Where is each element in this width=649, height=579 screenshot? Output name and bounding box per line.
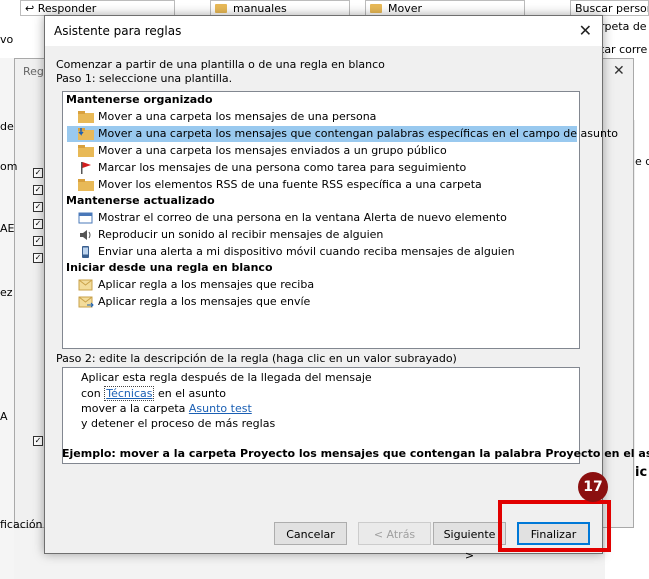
step2-label: Paso 2: edite la descripción de la regla… bbox=[56, 352, 457, 365]
alert-window-icon bbox=[78, 212, 93, 224]
folder-move-icon bbox=[78, 179, 94, 191]
template-item[interactable]: Enviar una alerta a mi dispositivo móvil… bbox=[67, 244, 577, 260]
quick-step-manuales[interactable]: manuales bbox=[210, 0, 350, 16]
rule-checkbox[interactable]: ✓ bbox=[33, 219, 43, 229]
next-button[interactable]: Siguiente > bbox=[433, 522, 506, 562]
description-line: mover a la carpeta Asunto test bbox=[81, 402, 252, 415]
speaker-icon bbox=[80, 230, 91, 240]
rule-checkbox[interactable]: ✓ bbox=[33, 185, 43, 195]
highlight-box bbox=[498, 500, 611, 552]
rules-wizard-dialog: Asistente para reglas ✕ Comenzar a parti… bbox=[44, 15, 649, 562]
flag-icon bbox=[81, 162, 91, 174]
search-people-field[interactable]: Buscar persona bbox=[570, 0, 649, 16]
target-folder-link[interactable]: Asunto test bbox=[189, 402, 252, 415]
mobile-phone-icon bbox=[82, 246, 89, 258]
rule-checkbox[interactable]: ✓ bbox=[33, 202, 43, 212]
rule-checkbox[interactable]: ✓ bbox=[33, 236, 43, 246]
rule-checkbox[interactable]: ✓ bbox=[33, 436, 43, 446]
envelope-out-icon bbox=[78, 296, 94, 308]
rule-checkbox[interactable]: ✓ bbox=[33, 253, 43, 263]
template-item-selected[interactable]: Mover a una carpeta los mensajes que con… bbox=[67, 126, 618, 142]
folder-move-icon bbox=[78, 128, 94, 140]
outlook-left-pane bbox=[0, 58, 14, 579]
cancel-button[interactable]: Cancelar bbox=[274, 522, 347, 545]
dialog-title-bar: Asistente para reglas ✕ bbox=[45, 16, 602, 46]
template-item[interactable]: Mover los elementos RSS de una fuente RS… bbox=[67, 177, 577, 193]
rule-checkbox[interactable]: ✓ bbox=[33, 168, 43, 178]
template-item[interactable]: Mostrar el correo de una persona en la v… bbox=[67, 210, 577, 226]
template-item[interactable]: Mover a una carpeta los mensajes enviado… bbox=[67, 143, 577, 159]
description-line: y detener el proceso de más reglas bbox=[81, 417, 276, 430]
close-icon[interactable]: ✕ bbox=[579, 21, 592, 40]
bg-fragment: om bbox=[0, 160, 18, 173]
close-icon[interactable]: ✕ bbox=[613, 63, 625, 79]
move-ribbon-item[interactable]: Mover bbox=[365, 0, 525, 16]
subject-words-link[interactable]: Técnicas bbox=[104, 386, 155, 401]
envelope-in-icon bbox=[78, 279, 93, 291]
description-line: Aplicar esta regla después de la llegada… bbox=[81, 371, 372, 384]
group-header: Mantenerse actualizado bbox=[66, 194, 215, 207]
bg-fragment: A bbox=[0, 410, 8, 423]
step-badge: 17 bbox=[578, 472, 608, 502]
bg-fragment: ez bbox=[0, 286, 13, 299]
bg-fragment: rpeta de co bbox=[600, 20, 649, 33]
folder-icon bbox=[215, 4, 227, 13]
template-list[interactable]: Mantenerse organizado Mover a una carpet… bbox=[62, 91, 618, 349]
template-item[interactable]: Marcar los mensajes de una persona como … bbox=[67, 160, 577, 176]
intro-label: Comenzar a partir de una plantilla o de … bbox=[56, 58, 385, 71]
bg-fragment: e d bbox=[635, 155, 649, 168]
reply-ribbon-item[interactable]: ↩ Responder bbox=[20, 0, 175, 16]
folder-move-icon bbox=[78, 145, 94, 157]
example-text: Ejemplo: mover a la carpeta Proyecto los… bbox=[62, 447, 649, 460]
template-item[interactable]: Reproducir un sonido al recibir mensajes… bbox=[67, 227, 577, 243]
group-header: Mantenerse organizado bbox=[66, 93, 213, 106]
dialog-title: Asistente para reglas bbox=[54, 24, 182, 38]
reply-icon: ↩ bbox=[25, 2, 38, 15]
folder-icon bbox=[370, 4, 382, 13]
bg-fragment: ic bbox=[635, 465, 648, 480]
folder-move-icon bbox=[78, 111, 94, 123]
bg-fragment: tar corre bbox=[600, 43, 648, 56]
bg-fragment: de bbox=[0, 120, 14, 133]
template-item[interactable]: Mover a una carpeta los mensajes de una … bbox=[67, 109, 577, 125]
bg-fragment: ficación bbox=[0, 518, 43, 531]
group-header: Iniciar desde una regla en blanco bbox=[66, 261, 273, 274]
step1-label: Paso 1: seleccione una plantilla. bbox=[56, 72, 233, 85]
back-button[interactable]: < Atrás bbox=[358, 522, 431, 545]
bg-fragment: vo bbox=[0, 33, 14, 46]
template-item[interactable]: Aplicar regla a los mensajes que reciba bbox=[67, 277, 577, 293]
template-item[interactable]: Aplicar regla a los mensajes que envíe bbox=[67, 294, 577, 310]
description-line: con Técnicas en el asunto bbox=[81, 386, 226, 401]
bg-fragment: AE bbox=[0, 222, 15, 235]
